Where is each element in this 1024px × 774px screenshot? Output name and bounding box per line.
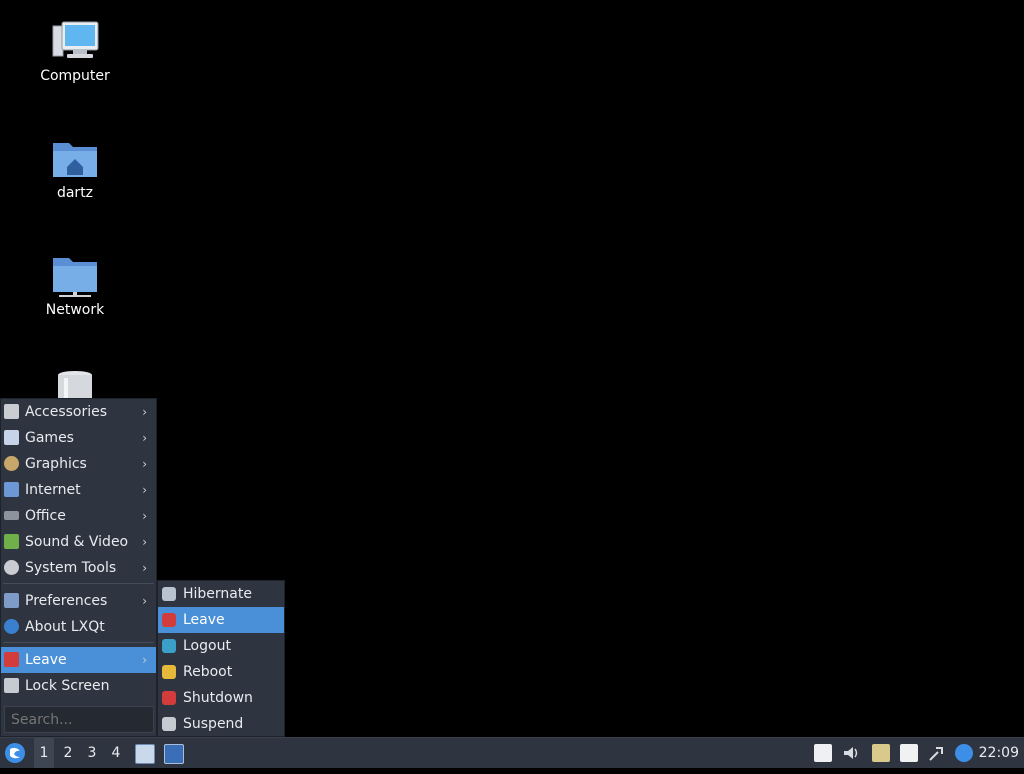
chevron-right-icon: › [142,653,147,667]
menu-item-label: System Tools [25,560,117,576]
chevron-right-icon: › [142,594,147,608]
menu-item-label: Internet [25,482,81,498]
desktop-icon-label: Network [45,302,105,318]
menu-item-label: Leave [25,652,67,668]
menu-item-lock-screen[interactable]: Lock Screen [1,673,156,699]
chevron-right-icon: › [142,457,147,471]
clipboard-icon[interactable] [900,744,918,762]
menu-item-system-tools[interactable]: System Tools › [1,555,156,581]
chevron-right-icon: › [142,561,147,575]
workspace-4[interactable]: 4 [106,738,126,768]
menu-item-label: Accessories [25,404,108,420]
menu-item-label: Graphics [25,456,87,472]
games-icon [4,430,19,445]
submenu-item-label: Reboot [183,664,233,680]
sound-video-icon [4,534,19,549]
chevron-right-icon: › [142,535,147,549]
leave-icon [4,652,19,667]
leave-submenu: Hibernate Leave Logout Reboot Shutdown S… [157,580,285,737]
submenu-item-logout[interactable]: Logout [158,633,284,659]
submenu-item-leave[interactable]: Leave [158,607,284,633]
submenu-item-shutdown[interactable]: Shutdown [158,685,284,711]
menu-item-accessories[interactable]: Accessories › [1,399,156,425]
submenu-item-suspend[interactable]: Suspend [158,711,284,737]
home-folder-icon [51,137,99,181]
shutdown-icon [162,691,176,705]
notes-icon[interactable] [814,744,832,762]
desktop-icon-computer[interactable]: Computer [30,20,120,84]
menu-item-label: Sound & Video [25,534,129,550]
volume-icon[interactable] [842,744,860,762]
leave-icon [162,613,176,627]
network-tray-icon[interactable] [928,744,946,762]
logout-icon [162,639,176,653]
submenu-item-label: Leave [183,612,225,628]
menu-separator [3,642,154,643]
menu-item-label: Preferences [25,593,108,609]
submenu-item-reboot[interactable]: Reboot [158,659,284,685]
hibernate-icon [162,587,176,601]
preferences-icon [4,593,19,608]
submenu-item-label: Hibernate [183,586,252,602]
menu-item-label: Games [25,430,74,446]
graphics-icon [4,456,19,471]
taskbar: 1 2 3 4 22:09 [0,737,1024,768]
update-notification-icon[interactable] [955,744,973,762]
menu-item-graphics[interactable]: Graphics › [1,451,156,477]
desktop-icon-network[interactable]: Network [30,254,120,318]
menu-item-label: Lock Screen [25,678,110,694]
submenu-item-label: Shutdown [183,690,253,706]
desktop-icon-dartz[interactable]: dartz [30,137,120,201]
main-menu-button[interactable] [4,738,28,768]
reboot-icon [162,665,176,679]
menu-item-about-lxqt[interactable]: About LXQt [1,614,156,640]
submenu-item-label: Logout [183,638,231,654]
chevron-right-icon: › [142,405,147,419]
lock-icon [4,678,19,693]
menu-item-games[interactable]: Games › [1,425,156,451]
lxqt-logo-icon [5,743,25,763]
menu-item-sound-video[interactable]: Sound & Video › [1,529,156,555]
chevron-right-icon: › [142,509,147,523]
chevron-right-icon: › [142,431,147,445]
menu-separator [3,583,154,584]
show-desktop-icon[interactable] [164,744,184,764]
menu-item-label: About LXQt [25,619,105,635]
menu-item-label: Office [25,508,66,524]
office-icon [4,511,19,520]
menu-item-preferences[interactable]: Preferences › [1,588,156,614]
workspace-2[interactable]: 2 [58,738,78,768]
chevron-right-icon: › [142,483,147,497]
internet-icon [4,482,19,497]
clock[interactable]: 22:09 [979,738,1019,768]
workspace-3[interactable]: 3 [82,738,102,768]
application-menu: Accessories › Games › Graphics › Interne… [0,398,157,737]
accessories-icon [4,404,19,419]
computer-icon [51,20,99,64]
submenu-item-label: Suspend [183,716,244,732]
file-manager-launcher-icon[interactable] [135,744,155,764]
menu-item-leave[interactable]: Leave › [1,647,156,673]
suspend-icon [162,717,176,731]
system-tools-icon [4,560,19,575]
network-folder-icon [51,254,99,298]
menu-search-input[interactable] [4,706,154,733]
desktop-icon-label: dartz [56,185,94,201]
desktop-icon-label: Computer [40,68,110,84]
menu-item-office[interactable]: Office › [1,503,156,529]
submenu-item-hibernate[interactable]: Hibernate [158,581,284,607]
workspace-1[interactable]: 1 [34,738,54,768]
power-profile-icon[interactable] [872,744,890,762]
about-icon [4,619,19,634]
menu-item-internet[interactable]: Internet › [1,477,156,503]
